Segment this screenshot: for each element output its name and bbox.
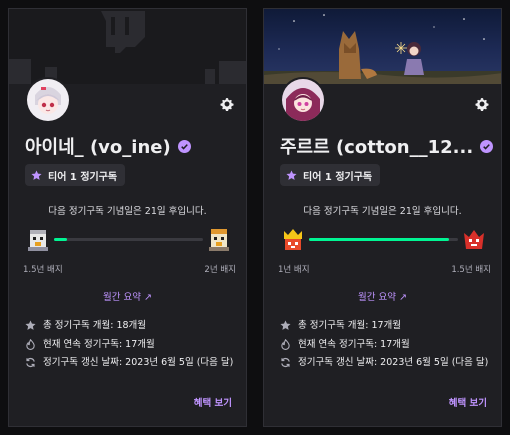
stat-current-streak: 현재 연속 정기구독: 17개월	[280, 337, 489, 352]
sub-badge-icon-current	[28, 230, 48, 251]
sub-badge-icon-next	[209, 229, 229, 251]
verified-icon	[480, 139, 494, 153]
night-scene-image	[264, 14, 501, 84]
star-icon	[280, 320, 291, 330]
star-icon	[286, 169, 297, 180]
view-benefits-button[interactable]: 혜택 보기	[194, 395, 232, 409]
refresh-icon	[26, 358, 35, 367]
badge-left-label: 1년 배지	[278, 265, 310, 275]
badge-progress	[280, 227, 487, 257]
flame-icon	[26, 339, 35, 350]
tier-badge: 티어 1 정기구독	[280, 164, 381, 186]
channel-banner	[9, 9, 246, 84]
tier-label: 티어 1 정기구독	[48, 171, 118, 183]
stat-total-months: 총 정기구독 개월: 17개월	[280, 318, 489, 333]
monthly-summary-link[interactable]: 월간 요약 ↗	[264, 289, 501, 303]
subscription-card: 주르르 (cotton__12... 티어 1 정기구독 다음 정기구독 기념일…	[263, 8, 502, 427]
view-benefits-button[interactable]: 혜택 보기	[449, 395, 487, 409]
badge-right-label: 1.5년 배지	[451, 265, 491, 275]
channel-name[interactable]: 주르르 (cotton__12...	[280, 133, 473, 159]
progress-track	[309, 238, 458, 241]
avatar[interactable]	[25, 77, 71, 123]
anniversary-text: 다음 정기구독 기념일은 21일 후입니다.	[48, 206, 207, 217]
subscription-card: 아이네_ (vo_ine) 티어 1 정기구독 다음 정기구독 기념일은 21일…	[8, 8, 247, 427]
stat-current-streak: 현재 연속 정기구독: 17개월	[25, 337, 234, 352]
flame-icon	[281, 339, 290, 350]
stat-renewal-date: 정기구독 갱신 날짜: 2023년 6월 5일 (다음 달)	[280, 355, 489, 370]
twitch-glitch-icon	[9, 11, 246, 84]
progress-track	[54, 238, 203, 241]
channel-banner	[264, 9, 501, 84]
verified-icon	[177, 139, 191, 153]
monthly-summary-link[interactable]: 월간 요약 ↗	[9, 289, 246, 303]
avatar[interactable]	[280, 77, 326, 123]
star-icon	[25, 320, 36, 330]
badge-right-label: 2년 배지	[204, 265, 236, 275]
anniversary-text: 다음 정기구독 기념일은 21일 후입니다.	[303, 206, 462, 217]
gear-icon[interactable]	[475, 97, 489, 111]
progress-fill	[309, 238, 450, 241]
badge-progress	[25, 227, 232, 257]
refresh-icon	[281, 358, 290, 367]
gear-icon[interactable]	[220, 97, 234, 111]
channel-name[interactable]: 아이네_ (vo_ine)	[25, 133, 171, 159]
tier-label: 티어 1 정기구독	[303, 171, 373, 183]
stat-total-months: 총 정기구독 개월: 18개월	[25, 318, 234, 333]
sub-badge-icon-next	[464, 230, 484, 249]
stat-renewal-date: 정기구독 갱신 날짜: 2023년 6월 5일 (다음 달)	[25, 355, 234, 370]
badge-left-label: 1.5년 배지	[23, 265, 63, 275]
tier-badge: 티어 1 정기구독	[25, 164, 126, 186]
progress-fill	[54, 238, 68, 241]
sub-badge-icon-current	[284, 229, 302, 250]
star-icon	[31, 169, 42, 180]
